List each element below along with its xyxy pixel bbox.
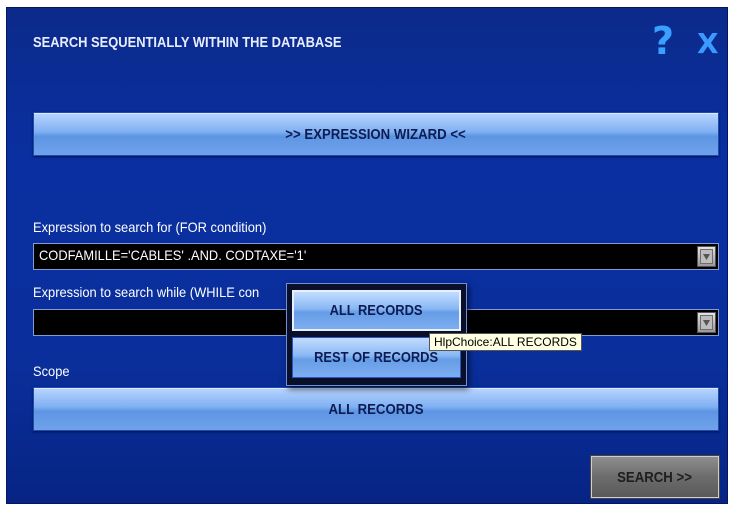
scope-option-label: REST OF RECORDS (314, 349, 439, 366)
expression-wizard-label: >> EXPRESSION WIZARD << (285, 125, 467, 143)
while-condition-label: Expression to search while (WHILE con (33, 284, 260, 300)
search-button-label: SEARCH >> (617, 468, 693, 486)
scope-option-label: ALL RECORDS (330, 302, 423, 319)
scope-select-button[interactable]: ALL RECORDS (33, 387, 719, 431)
for-condition-dropdown-button[interactable] (697, 246, 716, 267)
scope-selected-value: ALL RECORDS (328, 400, 424, 418)
while-condition-dropdown-button[interactable] (697, 312, 716, 333)
help-icon[interactable]: ? (652, 22, 674, 60)
expression-wizard-button[interactable]: >> EXPRESSION WIZARD << (33, 112, 719, 156)
search-button[interactable]: SEARCH >> (591, 456, 719, 498)
search-dialog: SEARCH SEQUENTIALLY WITHIN THE DATABASE … (6, 7, 728, 504)
for-condition-field[interactable]: CODFAMILLE='CABLES' .AND. CODTAXE='1' (33, 243, 719, 270)
scope-label: Scope (33, 363, 70, 379)
chevron-down-icon (700, 249, 713, 264)
dialog-title: SEARCH SEQUENTIALLY WITHIN THE DATABASE (33, 34, 342, 51)
scope-option-all-records[interactable]: ALL RECORDS (292, 290, 461, 331)
tooltip: HlpChoice:ALL RECORDS (429, 333, 582, 351)
chevron-down-icon (700, 315, 713, 330)
for-condition-value: CODFAMILLE='CABLES' .AND. CODTAXE='1' (39, 247, 307, 263)
close-icon[interactable]: X (697, 30, 719, 58)
for-condition-label: Expression to search for (FOR condition) (33, 219, 267, 235)
